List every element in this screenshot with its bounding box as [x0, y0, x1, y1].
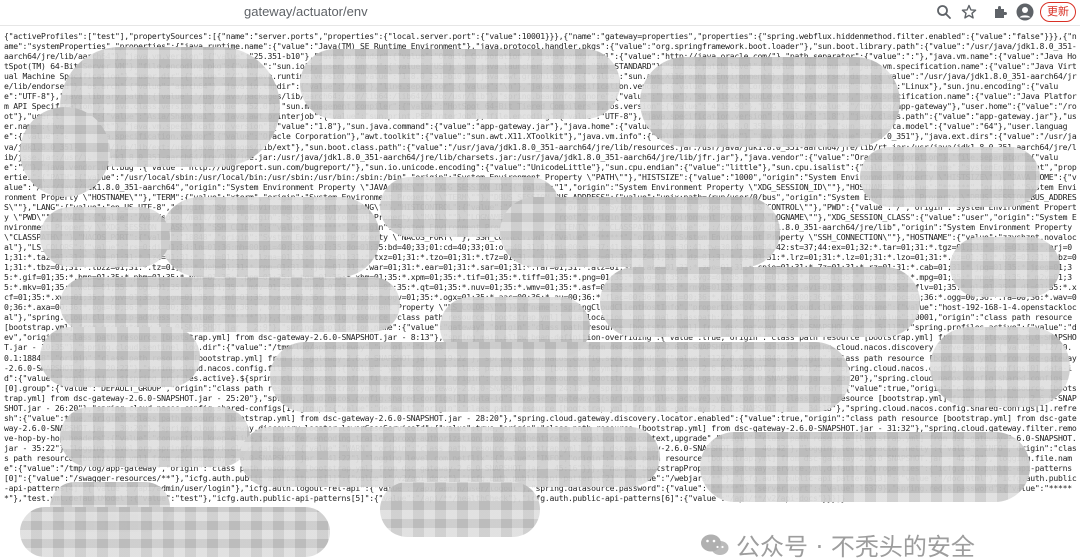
redaction-block: [60, 407, 250, 467]
redaction-block: [300, 49, 620, 119]
redaction-block: [20, 107, 110, 197]
redaction-block: [240, 427, 660, 487]
address-bar-url[interactable]: gateway/actuator/env: [244, 4, 368, 19]
redaction-block: [930, 327, 1070, 407]
redaction-block: [60, 277, 400, 332]
redaction-block: [500, 197, 780, 267]
watermark: 公众号 · 不秃头的安全: [700, 527, 975, 560]
browser-toolbar: gateway/actuator/env 更新: [0, 0, 1080, 26]
account-icon[interactable]: [1016, 3, 1034, 21]
watermark-text: 公众号 · 不秃头的安全: [736, 533, 975, 560]
redaction-block: [950, 237, 1060, 297]
redaction-block: [160, 197, 380, 277]
star-icon[interactable]: [960, 3, 978, 21]
redaction-block: [40, 327, 200, 387]
redaction-block: [700, 432, 1030, 502]
puzzle-icon[interactable]: [991, 3, 1009, 21]
redaction-block: [600, 267, 920, 337]
page-content: {"activeProfiles":["test"],"propertySour…: [0, 27, 1080, 560]
update-button[interactable]: 更新: [1040, 2, 1076, 22]
redaction-block: [270, 342, 850, 412]
redaction-block: [860, 147, 1040, 207]
redaction-block: [380, 482, 540, 537]
redaction-block: [20, 507, 330, 557]
magnifier-icon[interactable]: [935, 3, 953, 21]
wechat-icon: [701, 534, 729, 555]
redaction-block: [640, 57, 900, 147]
redaction-block: [40, 207, 170, 267]
